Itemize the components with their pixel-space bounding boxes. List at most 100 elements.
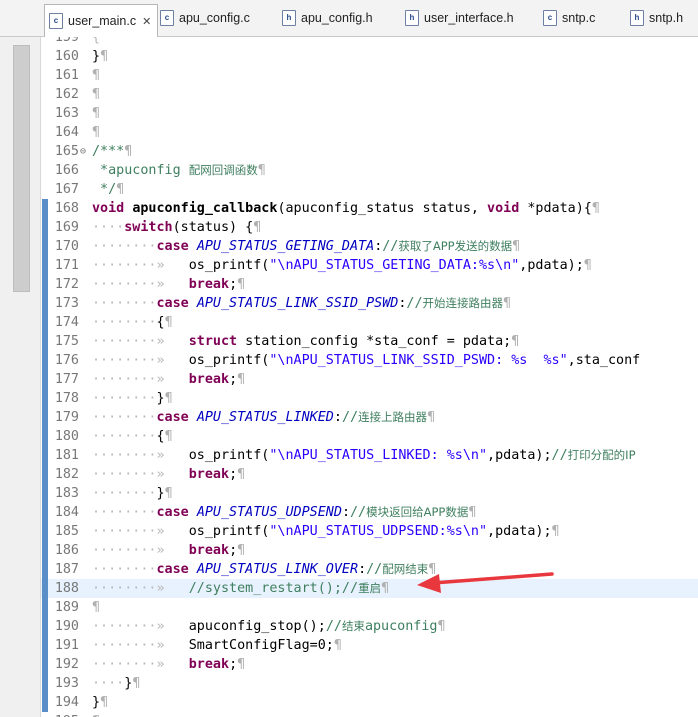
code-token: ¶ (428, 562, 437, 577)
code-token: */ (92, 182, 117, 197)
code-line[interactable]: 163 ¶ (41, 104, 698, 123)
code-text: ········» os_printf("\nAPU_STATUS_LINK_S… (92, 351, 640, 370)
code-line[interactable]: 171 ········» os_printf("\nAPU_STATUS_GET… (41, 256, 698, 275)
code-token: case (156, 562, 189, 577)
vertical-scrollbar[interactable] (0, 37, 41, 717)
code-line[interactable]: 162 ¶ (41, 85, 698, 104)
c-file-icon: c (543, 10, 557, 26)
editor-tab-bar: c user_main.c ✕ c apu_config.c h apu_config.h h… (0, 0, 698, 37)
code-line[interactable]: 195 ¶ (41, 712, 698, 717)
code-line[interactable]: 176 ········» os_printf("\nAPU_STATUS_LIN… (41, 351, 698, 370)
tab-label: sntp.h (649, 11, 684, 25)
code-line[interactable]: 193 ····}¶ (41, 674, 698, 693)
code-line[interactable]: 170 ········case APU_STATUS_GETING_DATA:/… (41, 237, 698, 256)
code-token: 打印分配的IP (567, 448, 636, 462)
code-token: os_printf( (188, 448, 270, 463)
code-token: switch (124, 220, 173, 235)
code-text: ········» apuconfig_stop();//结束apuconfig… (92, 617, 446, 636)
code-token: ········» (92, 543, 189, 558)
code-line[interactable]: 168 void apuconfig_callback(apuconfig_sta… (41, 199, 698, 218)
code-line[interactable]: 169 ····switch(status) {¶ (41, 218, 698, 237)
code-token: // (382, 239, 399, 254)
code-line[interactable]: 159 { (41, 37, 698, 47)
code-token: ; (229, 543, 238, 558)
code-line[interactable]: 189 ¶ (41, 598, 698, 617)
tab-apu-config-c[interactable]: c apu_config.c (160, 6, 250, 30)
line-number: 171 (54, 258, 79, 273)
tab-user-main-c[interactable]: c user_main.c ✕ (44, 4, 159, 37)
code-line[interactable]: 190 ········» apuconfig_stop();//结束apucon… (41, 617, 698, 636)
code-token: apuconfig_stop(); (188, 619, 326, 634)
code-line[interactable]: 194}¶ (41, 693, 698, 712)
line-number: 184 (54, 505, 79, 520)
code-token: APU_STATUS_LINKED (196, 410, 334, 425)
code-text: ········case APU_STATUS_LINK_OVER://配网结束… (92, 560, 436, 579)
code-line[interactable]: 161 ¶ (41, 66, 698, 85)
code-line[interactable]: 160}¶ (41, 47, 698, 66)
code-line[interactable]: 173 ········case APU_STATUS_LINK_SSID_PSW… (41, 294, 698, 313)
line-number: 160 (54, 49, 79, 64)
code-token: ········» (92, 258, 189, 273)
code-line[interactable]: 187 ········case APU_STATUS_LINK_OVER://配… (41, 560, 698, 579)
code-line[interactable]: 174 ········{¶ (41, 313, 698, 332)
code-token: } (156, 486, 165, 501)
code-line[interactable]: 178 ········}¶ (41, 389, 698, 408)
code-token: ········ (92, 296, 157, 311)
code-line[interactable]: 175 ········» struct station_config *sta_… (41, 332, 698, 351)
code-line[interactable]: 179 ········case APU_STATUS_LINKED://连接上路… (41, 408, 698, 427)
code-token: ¶ (164, 315, 173, 330)
code-token: ¶ (591, 201, 600, 216)
code-token: 配网结束 (382, 562, 429, 576)
line-number: 180 (54, 429, 79, 444)
code-token: 结束 (341, 619, 365, 633)
fold-collapse-icon[interactable]: ⊖ (80, 142, 86, 161)
code-line[interactable]: 183 ········}¶ (41, 484, 698, 503)
code-token: 获取了APP发送的数据 (398, 239, 513, 253)
code-line[interactable]: 177 ········» break;¶ (41, 370, 698, 389)
code-token: ¶ (237, 543, 246, 558)
code-text: ········{¶ (92, 427, 173, 446)
code-line[interactable]: 164 ¶ (41, 123, 698, 142)
code-token: ¶ (100, 49, 109, 64)
code-line[interactable]: 185 ········» os_printf("\nAPU_STATUS_UDP… (41, 522, 698, 541)
code-line[interactable]: 191 ········» SmartConfigFlag=0;¶ (41, 636, 698, 655)
tab-sntp-h[interactable]: h sntp.h (630, 6, 683, 30)
code-token: "\nAPU_STATUS_GETING_DATA:%s\n" (269, 258, 520, 273)
tab-user-interface-h[interactable]: h user_interface.h (405, 6, 514, 30)
scrollbar-thumb[interactable] (13, 45, 30, 292)
line-number: 183 (54, 486, 79, 501)
tab-apu-config-h[interactable]: h apu_config.h (282, 6, 373, 30)
code-line[interactable]: 167 */¶ (41, 180, 698, 199)
code-token: ········ (92, 410, 157, 425)
code-text: ········case APU_STATUS_LINK_SSID_PSWD:/… (92, 294, 511, 313)
code-text: void apuconfig_callback(apuconfig_status… (92, 199, 600, 218)
code-token: ¶ (92, 125, 101, 140)
close-tab-icon[interactable]: ✕ (142, 15, 151, 28)
code-line[interactable]: 188 ········» //system_restart();//重启¶ (41, 579, 698, 598)
code-line[interactable]: 192 ········» break;¶ (41, 655, 698, 674)
code-line[interactable]: 184 ········case APU_STATUS_UDPSEND://模块返… (41, 503, 698, 522)
code-line[interactable]: 182 ········» break;¶ (41, 465, 698, 484)
code-line[interactable]: 165 ⊖ /***¶ (41, 142, 698, 161)
code-editor[interactable]: 159{160}¶ 161 ¶ 162 ¶ 163 ¶ 164 ¶ 165 ⊖/***¶ 166 *a… (41, 37, 698, 717)
code-token: ········» (92, 619, 189, 634)
code-token: ¶ (164, 429, 173, 444)
line-number: 177 (54, 372, 79, 387)
code-line[interactable]: 172 ········» break;¶ (41, 275, 698, 294)
code-token: // (325, 619, 342, 634)
code-token: ; (229, 657, 238, 672)
code-line[interactable]: 186 ········» break;¶ (41, 541, 698, 560)
code-token: os_printf( (188, 524, 270, 539)
code-text: *apuconfig 配网回调函数¶ (92, 161, 266, 180)
code-line[interactable]: 180 ········{¶ (41, 427, 698, 446)
tab-sntp-c[interactable]: c sntp.c (543, 6, 595, 30)
code-line[interactable]: 166 *apuconfig 配网回调函数¶ (41, 161, 698, 180)
code-token: 配网回调函数 (188, 163, 258, 177)
code-line[interactable]: 181 ········» os_printf("\nAPU_STATUS_LIN… (41, 446, 698, 465)
code-token: "\nAPU_STATUS_LINKED: %s\n" (269, 448, 488, 463)
code-token: ········» (92, 448, 189, 463)
code-token: { (156, 429, 165, 444)
code-token: ········» (92, 657, 189, 672)
